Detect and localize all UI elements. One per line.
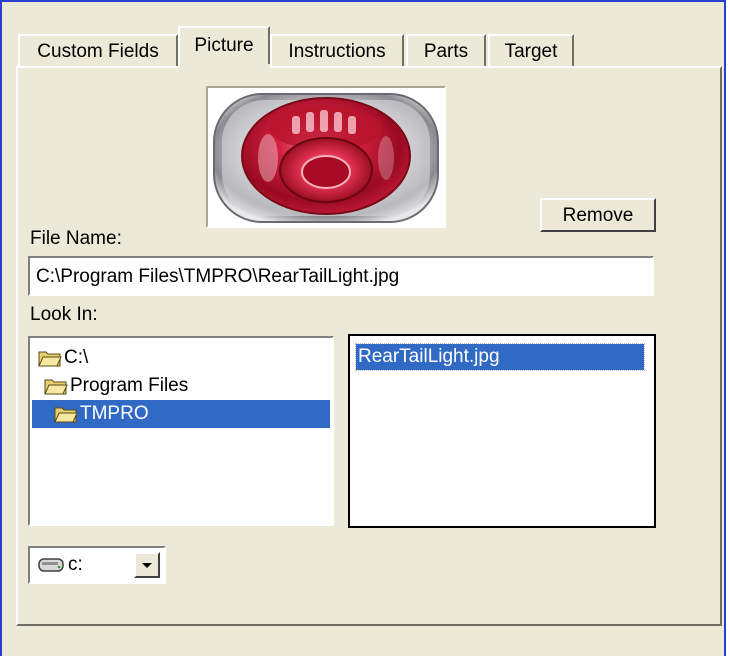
- tab-label: Target: [504, 41, 558, 62]
- tab-label: Custom Fields: [37, 41, 159, 62]
- tab-instructions[interactable]: Instructions: [270, 34, 404, 68]
- tab-label: Parts: [423, 41, 469, 62]
- tab-picture[interactable]: Picture: [178, 26, 270, 68]
- tab-label: Picture: [194, 35, 254, 56]
- selected-tab-joint: [182, 64, 270, 70]
- tab-label: Instructions: [288, 41, 386, 62]
- picture-dialog: Custom Fields Picture Instructions Parts…: [0, 0, 726, 656]
- tab-custom-fields[interactable]: Custom Fields: [18, 34, 178, 68]
- tab-panel-picture: [16, 66, 722, 626]
- tab-target[interactable]: Target: [488, 34, 574, 68]
- tab-parts[interactable]: Parts: [406, 34, 486, 68]
